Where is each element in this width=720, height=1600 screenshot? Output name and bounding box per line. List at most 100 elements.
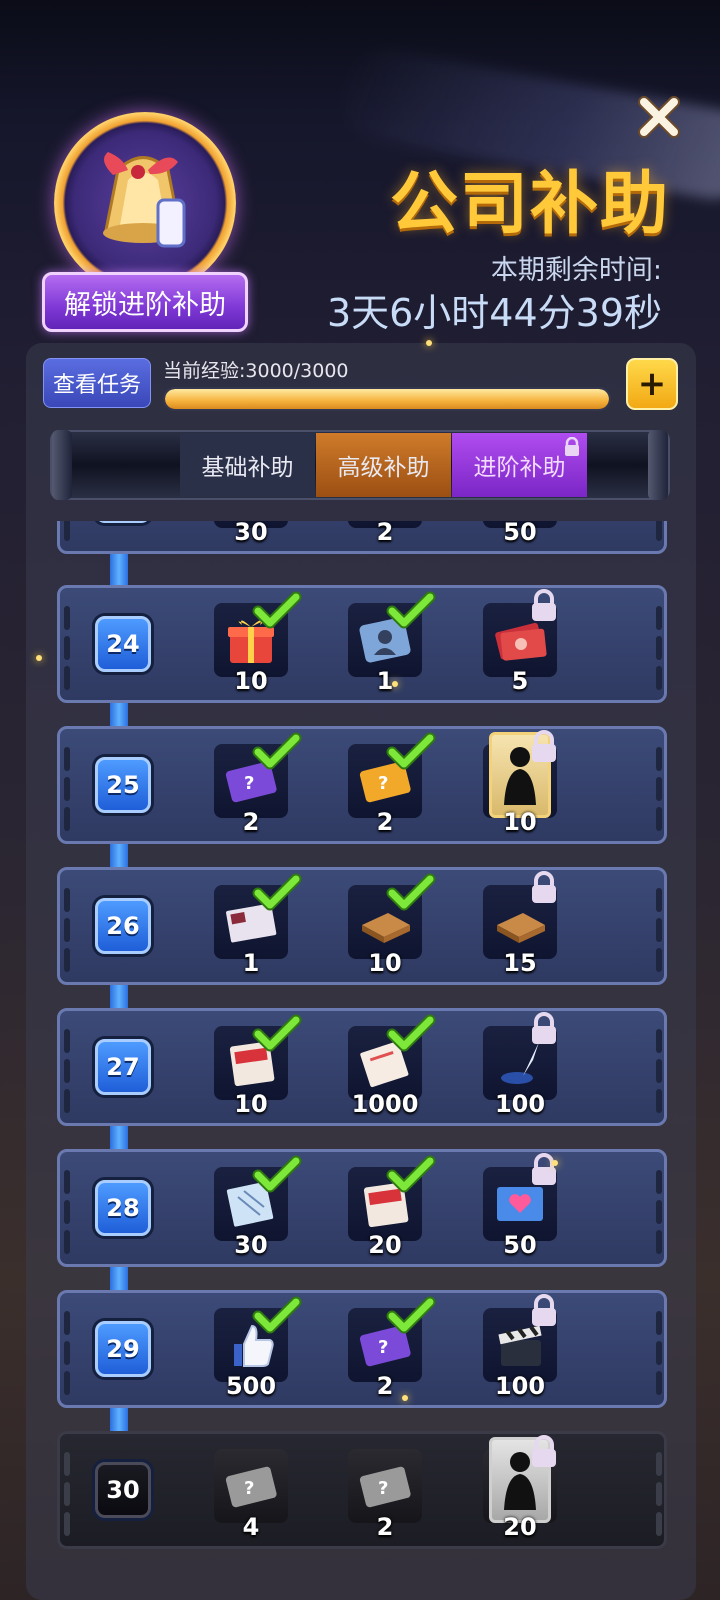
check-icon [252, 732, 302, 770]
reward-quantity: 4 [242, 1513, 260, 1541]
reward-item[interactable]: ? 2 [348, 1296, 436, 1400]
reward-item[interactable]: 10 [348, 873, 436, 977]
row-notch [64, 521, 70, 541]
tab-advanced-label: 进阶补助 [473, 455, 566, 481]
tab-basic[interactable]: 基础补助 [180, 433, 315, 497]
unlock-advanced-label[interactable]: 解锁进阶补助 [42, 272, 248, 332]
level-badge: 29 [95, 1321, 151, 1377]
add-exp-button[interactable]: + [626, 358, 678, 410]
tab-advanced[interactable]: 进阶补助 [452, 433, 587, 497]
row-notch [656, 1452, 662, 1476]
reward-quantity: 2 [376, 1513, 394, 1541]
exp-progress-fill [165, 389, 609, 409]
reward-item[interactable]: 30 [214, 521, 288, 546]
lock-icon [532, 871, 556, 903]
level-badge: 25 [95, 757, 151, 813]
tab-bar-cap-right [648, 430, 668, 500]
reward-quantity: 20 [503, 1513, 537, 1541]
row-notch [656, 1512, 662, 1536]
svg-text:?: ? [378, 1478, 388, 1499]
row-notch [64, 918, 70, 942]
reward-quantity: 2 [242, 808, 260, 836]
row-notch [64, 666, 70, 690]
reward-item[interactable]: 15 [483, 871, 557, 977]
row-notch [64, 1230, 70, 1254]
reward-item[interactable]: 50 [483, 1153, 557, 1259]
row-notch [64, 1311, 70, 1335]
reward-item[interactable]: 2 [348, 521, 422, 546]
reward-item[interactable]: 1 [348, 591, 436, 695]
reward-quantity: 50 [503, 1231, 537, 1259]
level-badge: 28 [95, 1180, 151, 1236]
row-notch [64, 1089, 70, 1113]
lock-icon [532, 1153, 556, 1185]
unlock-badge[interactable]: 解锁进阶补助 [40, 100, 250, 340]
close-button[interactable] [634, 92, 684, 142]
reward-item[interactable]: 100 [483, 1012, 557, 1118]
row-notch [64, 1512, 70, 1536]
row-notch [64, 606, 70, 630]
row-notch [656, 1089, 662, 1113]
row-notch [656, 1482, 662, 1506]
reward-quantity: 30 [234, 1231, 268, 1259]
row-notch [656, 636, 662, 660]
lock-icon [532, 730, 556, 762]
reward-item[interactable]: 1 [214, 873, 302, 977]
row-notch [64, 888, 70, 912]
reward-row-23: 23 30 2 50 [57, 521, 667, 554]
row-notch [64, 1170, 70, 1194]
row-notch [64, 1452, 70, 1476]
reward-item[interactable]: 20 [483, 1435, 557, 1541]
reward-item[interactable]: ? 2 [348, 732, 436, 836]
exp-progress-bar [163, 387, 611, 411]
level-badge: 26 [95, 898, 151, 954]
row-notch [656, 1230, 662, 1254]
reward-item[interactable]: 1000 [348, 1014, 436, 1118]
lock-icon [532, 1435, 556, 1467]
row-notch [64, 747, 70, 771]
reward-list[interactable]: 233025024101525?2?2102611015271010001002… [52, 521, 672, 1581]
row-notch [656, 948, 662, 972]
reward-quantity: 2 [376, 808, 394, 836]
reward-quantity: 1 [376, 667, 394, 695]
check-icon [252, 591, 302, 629]
view-tasks-button[interactable]: 查看任务 [43, 358, 151, 408]
reward-item[interactable]: 10 [214, 591, 302, 695]
level-badge: 27 [95, 1039, 151, 1095]
reward-quantity: 1000 [351, 1090, 419, 1118]
tab-senior[interactable]: 高级补助 [316, 433, 451, 497]
row-notch [656, 606, 662, 630]
reward-item[interactable]: 500 [214, 1296, 302, 1400]
reward-item[interactable]: 10 [483, 730, 557, 836]
row-notch [656, 888, 662, 912]
row-notch [656, 1059, 662, 1083]
row-notch [64, 1341, 70, 1365]
reward-item[interactable]: ? 2 [348, 1449, 422, 1541]
reward-item[interactable]: 100 [483, 1294, 557, 1400]
svg-text:?: ? [378, 773, 388, 794]
reward-item[interactable]: ? 4 [214, 1449, 288, 1541]
reward-item[interactable]: 5 [483, 589, 557, 695]
remaining-time-value: 3天6小时44分39秒 [326, 291, 662, 335]
row-notch [64, 1482, 70, 1506]
check-icon [252, 1155, 302, 1193]
check-icon [386, 1155, 436, 1193]
check-icon [386, 1014, 436, 1052]
reward-item[interactable]: 10 [214, 1014, 302, 1118]
reward-quantity: 30 [234, 521, 268, 546]
tab-bar-cap-left [52, 430, 72, 500]
lock-icon [565, 437, 579, 456]
reward-item[interactable]: 30 [214, 1155, 302, 1259]
reward-row-26: 26 1 10 15 [57, 867, 667, 985]
svg-text:?: ? [244, 773, 254, 794]
reward-row-24: 24 10 1 5 [57, 585, 667, 703]
sparkle [552, 1160, 558, 1166]
reward-quantity: 20 [368, 1231, 402, 1259]
reward-quantity: 500 [225, 1372, 277, 1400]
reward-item[interactable]: 20 [348, 1155, 436, 1259]
exp-label: 当前经验:3000/3000 [163, 360, 349, 382]
reward-item[interactable]: ? 2 [214, 732, 302, 836]
reward-item[interactable]: 50 [483, 521, 557, 546]
check-icon [386, 873, 436, 911]
row-notch [656, 1200, 662, 1224]
